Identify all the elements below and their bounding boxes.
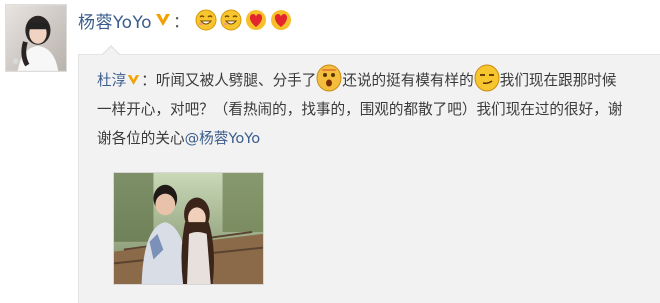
mention-link[interactable]: @杨蓉YoYo [185,130,261,147]
smirk-face-icon [474,64,500,92]
repost-text-part-3: 我们现在跟那时候 [499,72,617,89]
verified-badge-icon [155,13,171,27]
heart-icon [245,9,267,31]
header-colon: ： [173,12,190,31]
repost-photo[interactable] [113,172,264,285]
verified-badge-icon [127,67,140,96]
author-name[interactable]: 杨蓉YoYo [78,8,152,33]
repost-text-part-2: 还说的挺有模有样的 [342,72,474,89]
grin-icon [195,9,217,31]
repost-line-3: 谢各位的关心@杨蓉YoYo [97,124,642,153]
avatar[interactable] [5,4,67,72]
shocked-face-icon [316,64,342,92]
repost-text: 杜淳 ：听闻又被人劈腿、分手了 还说的挺有模有样的 我们现在跟那时候 一样开心，… [97,64,642,153]
repost-pointer-inner [103,47,119,55]
heart-icon [270,9,292,31]
avatar-image [6,5,66,71]
repost-text-part-1: 听闻又被人劈腿、分手了 [155,72,317,89]
repost-line-1: 杜淳 ：听闻又被人劈腿、分手了 还说的挺有模有样的 我们现在跟那时候 [97,64,642,96]
repost-author-sep: ： [141,72,156,89]
post-header: 杨蓉YoYo ： [78,6,295,34]
grin-icon [220,9,242,31]
photo-image [114,173,263,284]
repost-text-part-5: 谢各位的关心 [97,130,185,147]
repost-line-2: 一样开心，对吧？（看热闹的，找事的，围观的都散了吧）我们现在过的很好，谢 [97,101,623,118]
weibo-post: 杨蓉YoYo ： 杜淳 ：听闻又被人劈腿、分手了 还说的挺有模有样的 我们现在跟… [0,0,660,303]
repost-author[interactable]: 杜淳 [97,72,126,89]
